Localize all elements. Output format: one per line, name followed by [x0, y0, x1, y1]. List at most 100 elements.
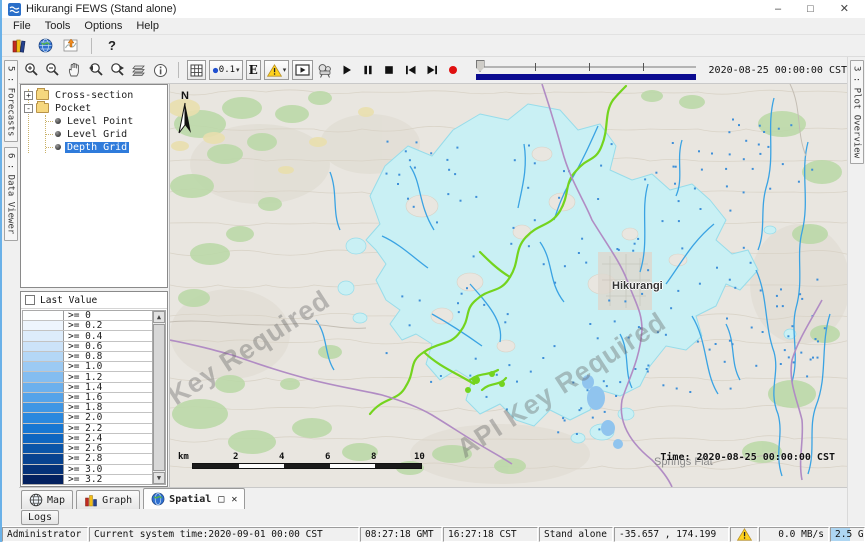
- tab-plot-overview[interactable]: 3 : Plot Overview: [850, 60, 864, 164]
- record-button[interactable]: [444, 61, 462, 80]
- legend-label: >= 2.8: [63, 454, 152, 463]
- legend-scrollbar[interactable]: ▲ ▼: [152, 311, 165, 484]
- status-gmt-time: 08:27:18 GMT: [360, 527, 442, 542]
- warning-icon: [737, 528, 752, 541]
- menu-file[interactable]: File: [6, 19, 38, 33]
- time-slider[interactable]: [474, 60, 696, 80]
- legend-swatch: [23, 475, 63, 484]
- maximize-button[interactable]: □: [807, 1, 814, 17]
- bar-chart-icon: [84, 494, 98, 507]
- tree-item-label[interactable]: Pocket: [53, 103, 93, 114]
- scroll-down-icon[interactable]: ▼: [153, 472, 165, 484]
- legend-swatch: [23, 393, 63, 402]
- right-dock-strip: 3 : Plot Overview: [847, 57, 865, 526]
- globe-icon[interactable]: [34, 36, 56, 55]
- zoom-in-icon[interactable]: [23, 61, 41, 80]
- expand-icon[interactable]: +: [24, 91, 33, 100]
- close-button[interactable]: ✕: [840, 1, 849, 17]
- legend-label: >= 3.2: [63, 475, 152, 484]
- legend-label: >= 0.8: [63, 352, 152, 361]
- map-canvas[interactable]: API Key Required API Key Required N Hiku…: [170, 84, 847, 487]
- thresholds-warning-button[interactable]: ▾: [264, 60, 290, 80]
- status-system-time: Current system time:2020-09-01 00:00 CST: [89, 527, 359, 542]
- grid-button[interactable]: [187, 60, 206, 80]
- legend-panel: Last Value >= 0>= 0.2>= 0.4>= 0.6>= 0.8>…: [20, 291, 168, 487]
- tab-spatial[interactable]: Spatial □ ✕: [143, 488, 245, 509]
- pause-button[interactable]: [359, 61, 377, 80]
- tab-graph-label: Graph: [102, 495, 132, 506]
- bullet-icon: [55, 144, 61, 150]
- tab-map[interactable]: Map: [21, 490, 73, 509]
- tree-item-label[interactable]: Level Grid: [65, 129, 129, 140]
- legend-label: >= 2.6: [63, 444, 152, 453]
- play-button[interactable]: [338, 61, 356, 80]
- threshold-value: 0.1: [219, 65, 235, 75]
- time-slider-track[interactable]: [482, 63, 696, 71]
- step-forward-button[interactable]: [423, 61, 441, 80]
- tree-item-depth-grid[interactable]: Depth Grid: [46, 141, 167, 153]
- tab-spatial-label: Spatial: [169, 494, 211, 505]
- legend-button[interactable]: E: [246, 60, 261, 80]
- step-back-button[interactable]: [402, 61, 420, 80]
- collapse-icon[interactable]: -: [24, 104, 33, 113]
- minimize-button[interactable]: –: [775, 1, 781, 17]
- toolbar-separator: [178, 62, 179, 78]
- zoom-previous-icon[interactable]: [87, 61, 105, 80]
- status-bar: Administrator Current system time:2020-0…: [2, 526, 865, 542]
- north-arrow: N: [178, 90, 192, 137]
- animation-button[interactable]: [292, 60, 313, 80]
- menu-tools[interactable]: Tools: [38, 19, 78, 33]
- tab-close-icon[interactable]: ✕: [231, 494, 237, 505]
- info-icon[interactable]: [152, 61, 170, 80]
- status-local-time: 16:27:18 CST: [443, 527, 538, 542]
- animation-export-icon[interactable]: [316, 61, 334, 80]
- last-value-label: Last Value: [40, 295, 97, 306]
- menu-options[interactable]: Options: [77, 19, 129, 33]
- legend-label: >= 1.4: [63, 383, 152, 392]
- tab-map-label: Map: [47, 495, 65, 506]
- chevron-down-icon[interactable]: ▾: [283, 66, 287, 74]
- legend-swatch: [23, 444, 63, 453]
- tab-maximize-icon[interactable]: □: [218, 494, 224, 505]
- pan-hand-icon[interactable]: [66, 61, 84, 80]
- tab-graph[interactable]: Graph: [76, 490, 140, 509]
- status-memory[interactable]: 2.5 GB: [830, 527, 865, 542]
- legend-swatch: [23, 383, 63, 392]
- tree-item-label[interactable]: Cross-section: [53, 90, 135, 101]
- bottom-tab-bar: Map Graph Spatial □ ✕: [19, 487, 847, 509]
- menu-help[interactable]: Help: [129, 19, 166, 33]
- timeseries-import-icon[interactable]: [60, 36, 82, 55]
- status-coordinates: -35.657 , 174.199: [614, 527, 729, 542]
- tree-item-level-grid[interactable]: Level Grid: [46, 128, 167, 140]
- wire-globe-icon: [29, 493, 43, 507]
- last-value-option[interactable]: Last Value: [21, 292, 167, 309]
- zoom-next-icon[interactable]: [108, 61, 126, 80]
- zoom-out-icon[interactable]: [44, 61, 62, 80]
- tab-data-viewer[interactable]: 6 : Data Viewer: [4, 147, 18, 240]
- legend-label: >= 0: [63, 311, 152, 320]
- last-value-checkbox[interactable]: [25, 295, 35, 305]
- chevron-down-icon[interactable]: ▾: [236, 66, 240, 74]
- help-button[interactable]: ?: [101, 36, 123, 55]
- menu-bar: File Tools Options Help: [2, 18, 865, 35]
- stop-button[interactable]: [380, 61, 398, 80]
- tree-item-cross-section[interactable]: + Cross-section: [29, 89, 167, 101]
- tab-forecasts[interactable]: 5 : Forecasts: [4, 60, 18, 142]
- database-icon[interactable]: [8, 36, 30, 55]
- tree-item-label-selected[interactable]: Depth Grid: [65, 142, 129, 153]
- window-title: Hikurangi FEWS (Stand alone): [26, 3, 176, 15]
- status-alerts[interactable]: [730, 527, 758, 542]
- legend-label: >= 3.0: [63, 465, 152, 474]
- legend-label: >= 0.2: [63, 321, 152, 330]
- threshold-button[interactable]: 0.1▾: [209, 60, 243, 80]
- tree-item-level-point[interactable]: Level Point: [46, 115, 167, 127]
- legend-swatch: [23, 413, 63, 422]
- tree-item-label[interactable]: Level Point: [65, 116, 135, 127]
- layers-icon[interactable]: [130, 61, 149, 80]
- scrollbar-thumb[interactable]: [153, 324, 165, 471]
- scroll-up-icon[interactable]: ▲: [153, 311, 165, 323]
- scale-bar: km 2 4 6 8 10: [178, 452, 433, 474]
- tab-logs[interactable]: Logs: [21, 510, 59, 525]
- tree-item-pocket[interactable]: - Pocket: [29, 102, 167, 114]
- legend-swatch: [23, 342, 63, 351]
